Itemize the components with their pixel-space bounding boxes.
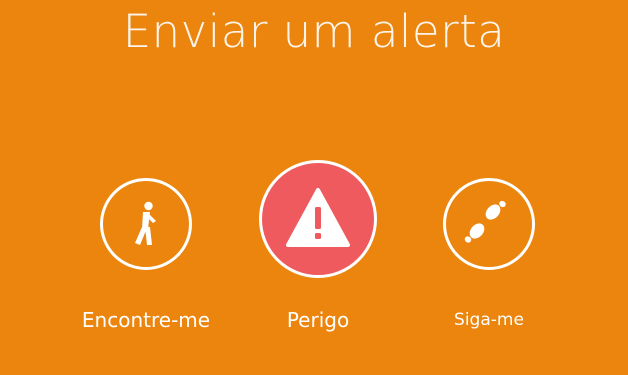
perigo-label: Perigo: [286, 308, 350, 332]
encontre-me-button[interactable]: [100, 178, 192, 270]
page-title: Enviar um alerta: [122, 5, 506, 58]
walking-person-icon: [135, 201, 156, 245]
warning-triangle-icon: [286, 188, 350, 247]
encontre-me-label: Encontre-me: [81, 308, 211, 332]
siga-me-label: Siga-me: [454, 310, 524, 330]
footprints-icon: [464, 200, 506, 243]
perigo-button[interactable]: [259, 160, 377, 278]
siga-me-button[interactable]: [443, 178, 535, 270]
alert-screen: Enviar um alerta Encontre-me Perigo Siga…: [0, 0, 628, 375]
